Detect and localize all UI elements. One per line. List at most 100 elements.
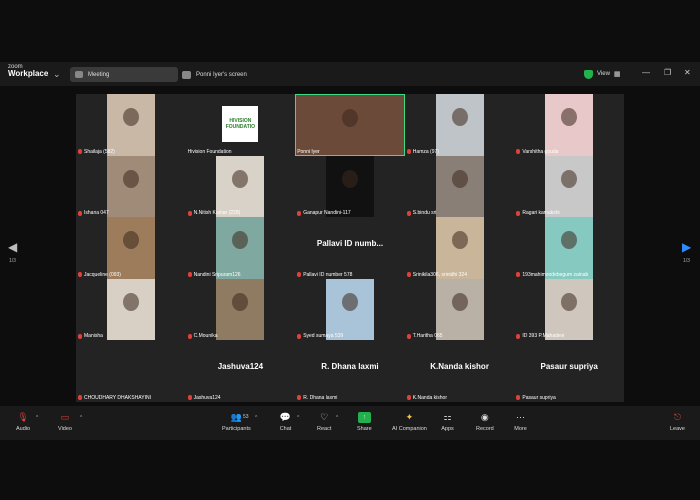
mic-muted-icon [516, 272, 521, 278]
participant-tile[interactable]: N.Nitish Kumar (228) [186, 155, 296, 218]
chat-button[interactable]: 💬 Chat [279, 412, 292, 432]
react-options-chevron-icon[interactable]: ^ [336, 415, 338, 421]
restore-icon[interactable]: ❐ [664, 68, 671, 77]
participant-tile[interactable]: CHOUDHARY DHAKSHAYINI [76, 340, 186, 402]
chat-options-chevron-icon[interactable]: ^ [297, 415, 299, 421]
participant-video [106, 217, 155, 279]
participant-video [545, 278, 594, 341]
participant-tile[interactable]: Pallavi ID numb... Pallavi ID number 578 [295, 217, 405, 279]
participant-tile[interactable]: T.Haritha 065 [405, 278, 515, 341]
participant-name-tag: Nandini Sripuram126 [187, 272, 241, 278]
share-arrow-icon: ↑ [357, 412, 371, 423]
audio-options-chevron-icon[interactable]: ^ [36, 415, 38, 421]
participant-name-tag: Ganapur Nandini-117 [297, 210, 351, 217]
video-button[interactable]: ▭ Video [58, 412, 72, 432]
mic-muted-icon [78, 210, 82, 216]
mic-muted-icon [516, 395, 521, 401]
participant-name-tag: R. Dhana laxmi [297, 395, 337, 401]
audio-button[interactable]: 🎙 Audio [16, 412, 30, 432]
person-silhouette [561, 292, 578, 311]
participant-name-tag: 193mahimoodebegum zainab [516, 272, 588, 278]
participant-name-tag: ID 393 P.Mahadevi [516, 333, 564, 339]
participant-tile[interactable]: Shailaja (582) [76, 94, 186, 156]
tab-shared-screen[interactable]: Ponni Iyer's screen [182, 67, 247, 82]
leave-button[interactable]: ⎋ Leave [670, 412, 685, 432]
participant-name: Ishana 047 [84, 210, 109, 217]
participant-tile[interactable]: Ishana 047 [76, 155, 186, 218]
participant-name: Pallavi ID number 578 [303, 271, 353, 278]
tab-share-label: Ponni Iyer's screen [196, 71, 247, 78]
video-options-chevron-icon[interactable]: ^ [80, 415, 82, 421]
participant-display-name: Pallavi ID numb... [316, 239, 384, 249]
apps-button[interactable]: ⚏ Apps [441, 412, 454, 432]
participant-tile[interactable]: K.Nanda kishor K.Nanda kishor [405, 340, 515, 402]
audio-label: Audio [16, 426, 31, 432]
participant-tile[interactable]: S.bindu sri [405, 155, 515, 218]
participant-tile[interactable]: Syed sumaya 539 [295, 278, 405, 341]
tab-meeting[interactable]: Meeting [70, 67, 178, 82]
mic-muted-icon [516, 210, 521, 216]
participants-options-chevron-icon[interactable]: ^ [255, 415, 257, 421]
participant-tile[interactable]: HIVISION FOUNDATIO Hivision Foundation [186, 94, 296, 156]
prev-page-icon[interactable]: ◀ [8, 240, 17, 254]
participant-tile[interactable]: Ragari kamakshi [514, 155, 624, 218]
ai-label: AI Companion [392, 426, 427, 432]
ai-companion-button[interactable]: ✦ AI Companion [392, 412, 427, 432]
next-page-icon[interactable]: ▶ [682, 240, 691, 254]
mic-muted-icon [297, 210, 302, 216]
participant-video [325, 155, 374, 218]
participant-tile[interactable]: Jacqueline (093) [76, 217, 186, 279]
participant-name-tag: K.Nanda kishor [406, 394, 447, 401]
participant-name: K.Nanda kishor [412, 394, 447, 401]
mic-muted-icon [297, 333, 302, 339]
close-icon[interactable]: ✕ [684, 68, 691, 77]
logo-text: HIVISION FOUNDATIO [225, 118, 256, 130]
record-button[interactable]: ◉ Record [476, 412, 494, 432]
participant-video [545, 94, 594, 156]
apps-label: Apps [441, 426, 454, 432]
minimize-icon[interactable]: — [642, 68, 650, 77]
participant-name: Manisha [84, 333, 103, 340]
participant-name: Pasaur supriya [522, 394, 556, 401]
participant-tile[interactable]: Manisha [76, 278, 186, 341]
participant-tile[interactable]: Srinikila306, srinidhi 324 [405, 217, 515, 279]
participant-name-tag: Pallavi ID number 578 [297, 272, 352, 278]
participant-name: Jacqueline (093) [84, 271, 121, 278]
mic-muted-icon [78, 395, 82, 401]
participant-display-name: Pasaur supriya [540, 362, 598, 372]
meeting-tab-icon [75, 71, 83, 78]
person-silhouette [451, 108, 468, 126]
participant-name: Ponni Iyer [297, 148, 320, 155]
participant-name: Shailaja (582) [84, 148, 115, 155]
participant-video [435, 278, 484, 341]
participant-video [106, 155, 155, 218]
grid-view-icon: ▦ [613, 71, 621, 78]
more-button[interactable]: ⋯ More [514, 412, 527, 432]
participant-tile[interactable]: R. Dhana laxmi R. Dhana laxmi [295, 340, 405, 402]
participant-name-tag: Ragari kamakshi [516, 210, 560, 216]
participant-tile[interactable]: Nandini Sripuram126 [186, 217, 296, 279]
participant-display-name: R. Dhana laxmi [321, 362, 379, 372]
participant-tile[interactable]: Ganapur Nandini-117 [295, 155, 405, 218]
participant-name: Syed sumaya 539 [303, 333, 344, 340]
mic-muted-icon [406, 395, 411, 401]
participant-tile[interactable]: Hamza (97) [405, 94, 515, 156]
participant-tile[interactable]: C.Mounika [186, 278, 296, 341]
participant-tile[interactable]: Jashuva124 Jashuva124 [186, 340, 296, 402]
account-menu-icon[interactable]: ⌄ [53, 69, 61, 80]
record-icon: ◉ [480, 412, 489, 422]
view-button[interactable]: View ▦ [584, 67, 630, 81]
participant-tile[interactable]: Ponni Iyer [295, 94, 405, 156]
participant-name: Hivision Foundation [187, 148, 232, 155]
react-button[interactable]: ♡ React [317, 412, 331, 432]
share-button[interactable]: ↑ Share [357, 412, 372, 432]
person-silhouette [341, 169, 358, 188]
participant-name: Ganapur Nandini-117 [303, 210, 351, 217]
participant-tile[interactable]: 193mahimoodebegum zainab [514, 217, 624, 279]
participant-name-tag: Syed sumaya 539 [297, 333, 343, 339]
participant-tile[interactable]: Varshitha gouda [514, 94, 624, 156]
participant-name: Hamza (97) [412, 148, 439, 155]
participant-video [545, 217, 594, 279]
participant-tile[interactable]: ID 393 P.Mahadevi [514, 278, 624, 341]
participant-tile[interactable]: Pasaur supriya Pasaur supriya [514, 340, 624, 402]
